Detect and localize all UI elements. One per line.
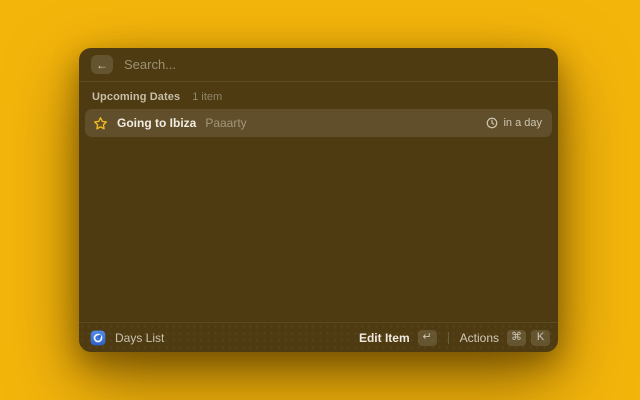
- footer-divider: [448, 332, 449, 344]
- item-subtitle: Paaarty: [205, 116, 246, 130]
- return-keycap: ↵: [418, 330, 437, 346]
- back-button[interactable]: ←: [91, 55, 113, 74]
- list-item-going-to-ibiza[interactable]: Going to Ibiza Paaarty in a day: [85, 109, 552, 137]
- actions-menu-button[interactable]: Actions: [460, 331, 499, 345]
- desktop-background: ← Search... Upcoming Dates 1 item Going …: [0, 0, 640, 400]
- search-bar: ← Search...: [79, 48, 558, 82]
- k-keycap: K: [531, 330, 550, 346]
- footer-action-bar: Days List Edit Item ↵ Actions ⌘ K: [79, 322, 558, 352]
- section-header: Upcoming Dates 1 item: [79, 82, 558, 109]
- clock-icon: [486, 117, 498, 129]
- search-input[interactable]: Search...: [124, 57, 176, 72]
- back-arrow-icon: ←: [96, 59, 108, 71]
- launcher-window: ← Search... Upcoming Dates 1 item Going …: [79, 48, 558, 352]
- item-accessory-text: in a day: [503, 117, 542, 129]
- star-icon: [93, 116, 108, 131]
- results-empty-area: [79, 137, 558, 322]
- app-name-label: Days List: [115, 331, 164, 345]
- days-list-app-icon: [90, 330, 106, 346]
- item-title: Going to Ibiza: [117, 116, 196, 130]
- command-keycap: ⌘: [507, 330, 526, 346]
- edit-item-action[interactable]: Edit Item: [359, 331, 410, 345]
- section-title: Upcoming Dates: [92, 91, 180, 103]
- section-item-count: 1 item: [192, 91, 222, 103]
